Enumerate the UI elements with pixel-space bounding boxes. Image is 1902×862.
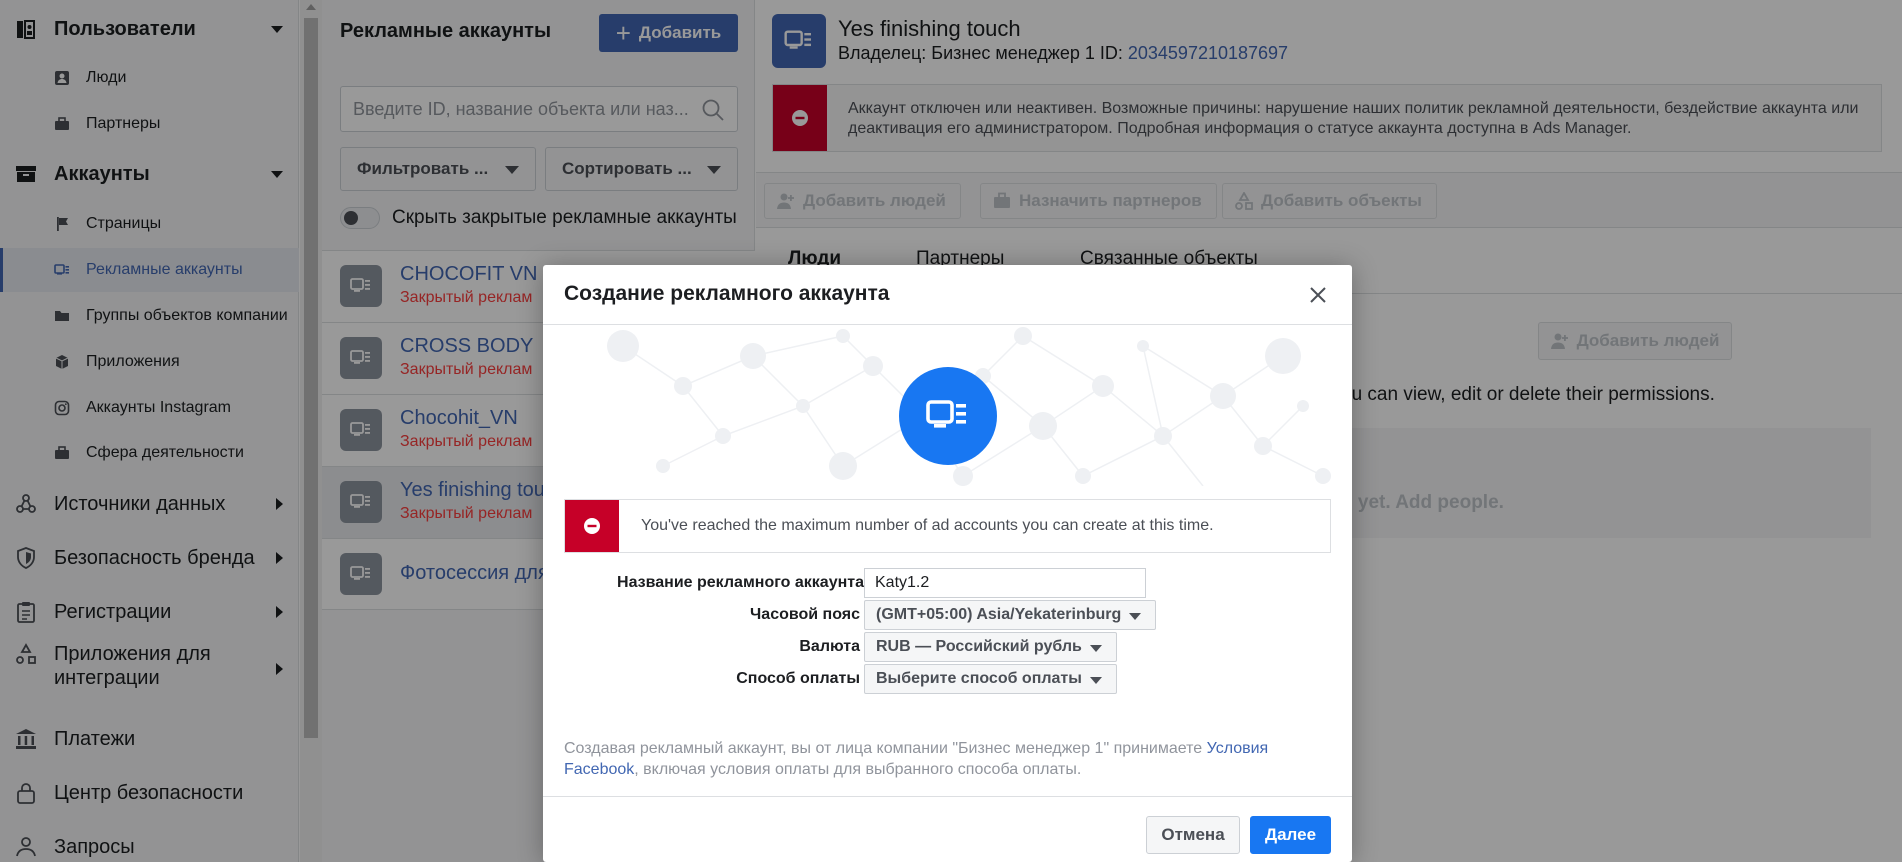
timezone-value: (GMT+05:00) Asia/Yekaterinburg (876, 606, 1122, 623)
account-name-label: Название рекламного аккаунта (617, 574, 864, 591)
max-accounts-error: You've reached the maximum number of ad … (564, 499, 1331, 553)
dialog-footer: Отмена Далее (543, 796, 1352, 862)
blocked-icon (584, 518, 600, 534)
timezone-label: Часовой пояс (750, 606, 860, 623)
account-name-row: Название рекламного аккаунта (564, 568, 1331, 598)
caret-down-icon (1089, 677, 1102, 684)
currency-row: Валюта RUB — Российский рубль (564, 632, 1331, 662)
next-button[interactable]: Далее (1250, 816, 1331, 854)
error-text: You've reached the maximum number of ad … (641, 517, 1214, 534)
payment-method-label: Способ оплаты (736, 670, 860, 687)
cancel-button[interactable]: Отмена (1146, 816, 1240, 854)
currency-label: Валюта (799, 638, 860, 655)
currency-value: RUB — Российский рубль (876, 638, 1082, 655)
terms-notice: Создавая рекламный аккаунт, вы от лица к… (564, 738, 1331, 780)
payment-method-select[interactable]: Выберите способ оплаты (864, 664, 1117, 694)
dialog-title: Создание рекламного аккаунта (564, 282, 890, 305)
error-marker (565, 500, 619, 552)
payment-method-value: Выберите способ оплаты (876, 670, 1082, 687)
caret-down-icon (1129, 613, 1142, 620)
caret-down-icon (1089, 645, 1102, 652)
currency-select[interactable]: RUB — Российский рубль (864, 632, 1117, 662)
timezone-select[interactable]: (GMT+05:00) Asia/Yekaterinburg (864, 600, 1157, 630)
terms-prefix: Создавая рекламный аккаунт, вы от лица к… (564, 740, 1207, 757)
terms-suffix: , включая условия оплаты для выбранного … (634, 761, 1082, 778)
account-name-field[interactable] (864, 568, 1146, 598)
timezone-row: Часовой пояс (GMT+05:00) Asia/Yekaterinb… (564, 600, 1331, 630)
dialog-header: Создание рекламного аккаунта (543, 265, 1352, 325)
create-ad-account-dialog: Создание рекламного аккаунта You've reac… (543, 265, 1352, 862)
ad-account-logo-icon (899, 367, 997, 465)
payment-method-row: Способ оплаты Выберите способ оплаты (564, 664, 1331, 694)
close-icon[interactable] (1306, 283, 1330, 307)
